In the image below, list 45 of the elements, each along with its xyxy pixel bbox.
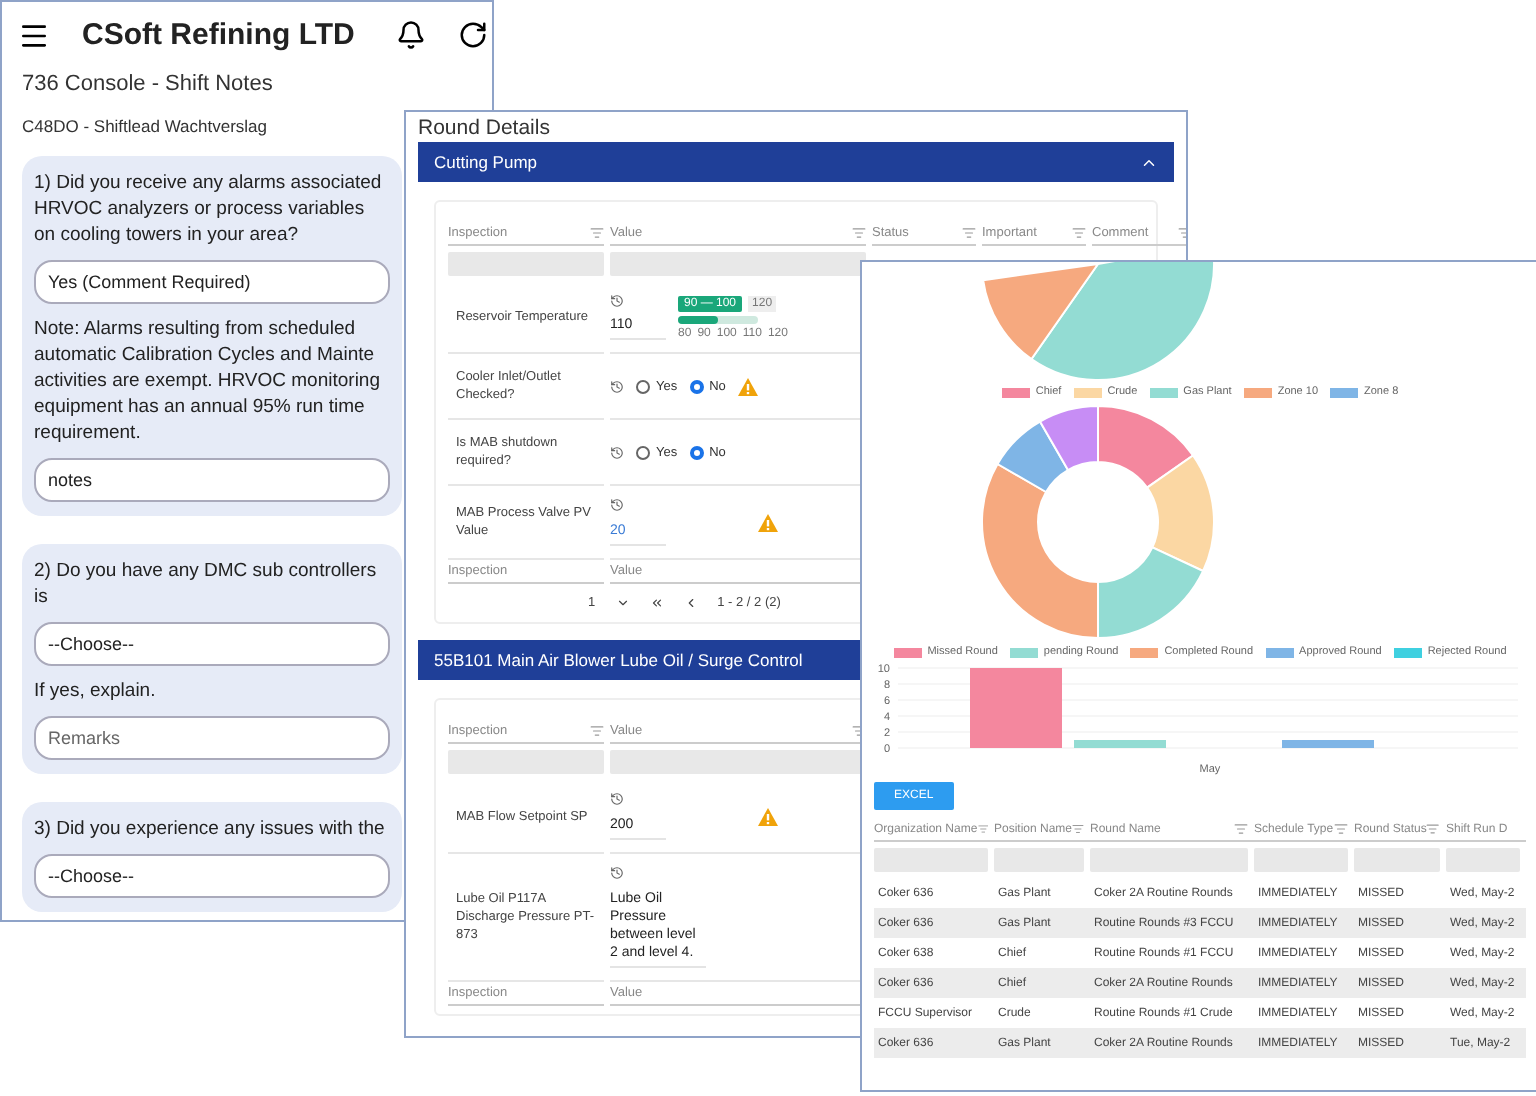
history-icon[interactable] xyxy=(610,445,624,459)
section-header[interactable]: 55B101 Main Air Blower Lube Oil / Surge Control xyxy=(418,640,862,680)
history-icon[interactable] xyxy=(610,498,624,512)
sort-icon[interactable] xyxy=(1072,822,1084,836)
filter-field[interactable] xyxy=(610,252,866,276)
form-title: C48DO - Shiftlead Wachtverslag xyxy=(22,116,268,136)
sort-icon[interactable] xyxy=(590,724,604,738)
question-text: 2) Do you have any DMC sub controllers is xyxy=(34,558,379,610)
sort-icon[interactable] xyxy=(1426,822,1440,836)
previous-page-icon[interactable] xyxy=(683,596,698,610)
dropdown-icon[interactable] xyxy=(615,596,630,610)
bar xyxy=(1074,740,1166,748)
select-field[interactable]: Yes (Comment Required) xyxy=(34,260,390,304)
sort-icon[interactable] xyxy=(852,226,866,240)
select-field[interactable]: --Choose-- xyxy=(34,854,390,898)
bar xyxy=(970,668,1062,748)
section-header[interactable]: Cutting Pump xyxy=(418,142,1174,182)
window-title: Round Details xyxy=(416,114,552,142)
history-icon[interactable] xyxy=(610,294,624,308)
select-field[interactable]: --Choose-- xyxy=(34,622,390,666)
app-title: CSoft Refining LTD xyxy=(82,18,357,52)
question-text: 3) Did you experience any issues with the xyxy=(34,816,387,842)
sort-icon[interactable] xyxy=(962,226,976,240)
note-text: Note: Alarms resulting from scheduled automatic Calibration Cycles and Mainte activities are exempt. HRVOC monitoring equipment has an annual 95% run time requirement. xyxy=(34,316,382,446)
history-icon[interactable] xyxy=(610,792,624,806)
bell-icon[interactable] xyxy=(396,20,426,50)
input-field[interactable]: notes xyxy=(34,458,390,502)
sort-icon[interactable] xyxy=(1334,822,1348,836)
first-page-icon[interactable] xyxy=(649,596,664,610)
history-icon[interactable] xyxy=(610,379,624,393)
note-text: If yes, explain. xyxy=(34,678,158,704)
sort-icon[interactable] xyxy=(852,724,866,738)
sort-icon[interactable] xyxy=(590,226,604,240)
input-field[interactable]: Remarks xyxy=(34,716,390,760)
bar xyxy=(1282,740,1374,748)
history-icon[interactable] xyxy=(610,866,624,880)
menu-icon[interactable] xyxy=(18,19,50,51)
question-text: 1) Did you receive any alarms associated HRVOC analyzers or process variables on cooling towers in your area? xyxy=(34,170,384,248)
range-slider[interactable] xyxy=(678,315,758,323)
sort-icon[interactable] xyxy=(1072,226,1086,240)
sort-icon[interactable] xyxy=(977,822,988,836)
sort-icon[interactable] xyxy=(1234,822,1248,836)
page-title: 736 Console - Shift Notes xyxy=(20,70,275,96)
refresh-icon[interactable] xyxy=(458,20,488,50)
filter-field[interactable] xyxy=(610,750,866,774)
